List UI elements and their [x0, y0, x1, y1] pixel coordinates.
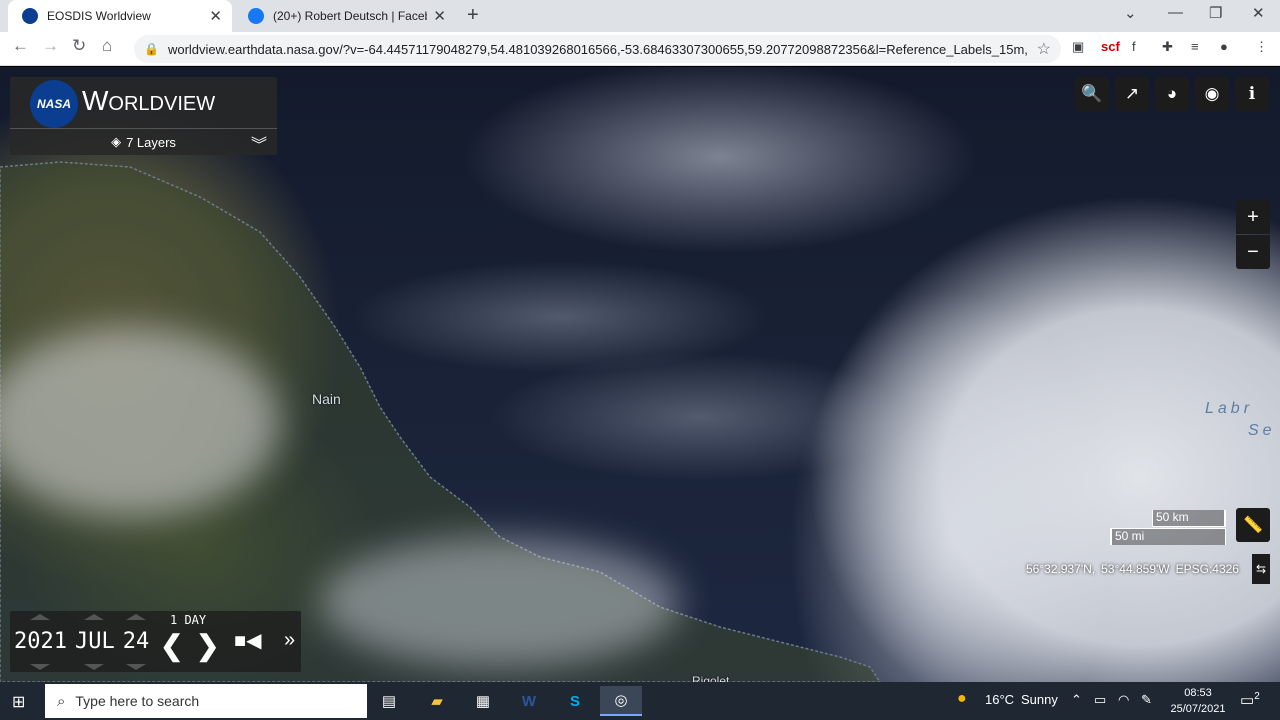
app-title[interactable]: Worldview	[82, 85, 215, 117]
close-window-icon[interactable]: ✕	[1252, 4, 1265, 22]
worldview-header-panel: NASA Worldview ◈ 7 Layers ︾	[10, 77, 277, 155]
new-tab-icon[interactable]: +	[467, 4, 479, 27]
tab-search-icon[interactable]: ⌄	[1124, 4, 1137, 22]
skype-icon[interactable]: S	[558, 686, 592, 716]
previous-day-icon[interactable]: ❮	[160, 629, 183, 662]
chrome-icon[interactable]: ◎	[600, 686, 642, 716]
profile-avatar-icon[interactable]: ●	[1220, 39, 1228, 54]
taskbar-search[interactable]: ⌕ Type here to search	[45, 684, 367, 718]
day-down-icon[interactable]	[126, 664, 146, 670]
layers-icon: ◈	[111, 134, 122, 149]
search-zoom-icon[interactable]: 🔍	[1075, 77, 1109, 111]
file-explorer-icon[interactable]: ▰	[420, 686, 454, 716]
coord-projection: EPSG:4326	[1175, 562, 1239, 576]
browser-toolbar: ← → ↻ ⌂ 🔒 worldview.earthdata.nasa.gov/?…	[0, 32, 1280, 66]
scale-km: 50 km	[1152, 510, 1226, 527]
scale-bar: 50 km 50 mi	[1110, 510, 1228, 546]
year-up-icon[interactable]	[30, 614, 50, 620]
windows-taskbar: ⊞ ⌕ Type here to search ▤ ▰ ▦ W S ◎ ● 16…	[0, 682, 1280, 720]
search-icon: ⌕	[57, 692, 66, 710]
zoom-out-button[interactable]: −	[1236, 235, 1270, 269]
menu-kebab-icon[interactable]: ⋮	[1255, 39, 1268, 55]
timeline-panel: 1 DAY 2021 JUL 24 ❮ ❯ ■◀ »	[10, 611, 301, 672]
close-tab-icon[interactable]: ✕	[433, 7, 446, 25]
camera-icon[interactable]: ◉	[1195, 77, 1229, 111]
bookmark-star-icon[interactable]: ☆	[1037, 39, 1051, 59]
layers-button[interactable]: ◈ 7 Layers	[10, 129, 277, 155]
coordinates-readout: 56°32.937'N, 53°44.859'W EPSG:4326	[1026, 562, 1245, 576]
wifi-icon[interactable]: ◠	[1118, 692, 1129, 708]
info-icon[interactable]: ℹ	[1235, 77, 1269, 111]
reload-icon[interactable]: ↻	[72, 36, 86, 56]
weather-temp[interactable]: 16°C	[985, 692, 1014, 707]
close-tab-icon[interactable]: ✕	[209, 7, 222, 25]
place-label-nain: Nain	[312, 391, 341, 407]
expand-timeline-icon[interactable]: »	[284, 629, 295, 652]
tray-chevron-up-icon[interactable]: ⌃	[1071, 692, 1082, 708]
animation-video-icon[interactable]: ■◀	[234, 628, 261, 653]
coord-lon: 53°44.859'W	[1101, 562, 1170, 576]
cloud-patch	[320, 537, 680, 667]
month-up-icon[interactable]	[84, 614, 104, 620]
home-icon[interactable]: ⌂	[102, 36, 112, 56]
weather-text[interactable]: Sunny	[1021, 692, 1058, 707]
address-bar[interactable]: 🔒 worldview.earthdata.nasa.gov/?v=-64.44…	[134, 35, 1061, 63]
browser-tab-strip: EOSDIS Worldview ✕ (20+) Robert Deutsch …	[0, 0, 1280, 32]
notification-count: 2	[1254, 691, 1260, 702]
store-icon[interactable]: ▦	[466, 686, 500, 716]
layers-label: 7 Layers	[126, 134, 176, 150]
clock-time: 08:53	[1184, 687, 1212, 699]
windows-start-icon[interactable]: ⊞	[12, 692, 25, 712]
date-day[interactable]: 24	[123, 629, 150, 654]
maximize-icon[interactable]: ❐	[1209, 4, 1222, 22]
month-down-icon[interactable]	[84, 664, 104, 670]
weather-sun-icon[interactable]: ●	[957, 690, 967, 708]
facebook-extension-icon[interactable]: f	[1132, 39, 1136, 54]
tab-title: (20+) Robert Deutsch | Facebook	[273, 9, 427, 23]
forward-icon[interactable]: →	[42, 36, 59, 56]
nasa-logo[interactable]: NASA	[30, 80, 78, 128]
pen-icon[interactable]: ✎	[1141, 692, 1152, 708]
date-selector[interactable]: 2021 JUL 24	[14, 629, 157, 654]
nasa-favicon-icon	[22, 8, 38, 24]
sea-label-line1: Labr	[1205, 400, 1254, 417]
facebook-favicon-icon	[248, 8, 264, 24]
back-icon[interactable]: ←	[12, 36, 29, 56]
date-month[interactable]: JUL	[75, 629, 115, 654]
tab-facebook[interactable]: (20+) Robert Deutsch | Facebook ✕	[234, 0, 456, 32]
coord-lat: 56°32.937'N,	[1026, 562, 1096, 576]
scf-extension-icon[interactable]: scf	[1101, 39, 1120, 54]
zoom-in-button[interactable]: +	[1236, 200, 1270, 234]
next-day-icon[interactable]: ❯	[196, 629, 219, 662]
sea-label-line2: Se	[1248, 422, 1276, 439]
reading-list-icon[interactable]: ≡	[1191, 39, 1199, 54]
search-placeholder: Type here to search	[75, 693, 200, 709]
chevron-down-icon[interactable]: ︾	[251, 131, 267, 155]
time-step-label[interactable]: 1 DAY	[170, 613, 206, 627]
place-label-rigolet: Rigolet	[692, 674, 730, 682]
notification-icon[interactable]: ▭2	[1240, 691, 1260, 709]
tab-title: EOSDIS Worldview	[47, 9, 151, 23]
task-view-icon[interactable]: ▤	[372, 686, 406, 716]
battery-icon[interactable]: ▭	[1094, 692, 1106, 708]
scale-mi: 50 mi	[1110, 528, 1226, 545]
share-icon[interactable]: ↗	[1115, 77, 1149, 111]
lock-icon: 🔒	[144, 42, 159, 56]
measure-ruler-icon[interactable]: 📏	[1236, 508, 1270, 542]
word-icon[interactable]: W	[512, 686, 546, 716]
minimize-icon[interactable]: —	[1168, 4, 1183, 21]
clock-date: 25/07/2021	[1170, 703, 1226, 715]
coordinate-format-icon[interactable]: ⇆	[1252, 554, 1270, 584]
url-text[interactable]: worldview.earthdata.nasa.gov/?v=-64.4457…	[168, 42, 1027, 57]
satellite-map[interactable]: Nain Rigolet Labr Se	[0, 67, 1280, 682]
day-up-icon[interactable]	[126, 614, 146, 620]
year-down-icon[interactable]	[30, 664, 50, 670]
projection-globe-icon[interactable]: ◕	[1155, 77, 1189, 111]
date-year[interactable]: 2021	[14, 629, 67, 654]
extension-icon[interactable]: ▣	[1072, 39, 1084, 55]
puzzle-icon[interactable]: ✚	[1162, 39, 1173, 55]
taskbar-clock[interactable]: 08:53 25/07/2021	[1166, 685, 1230, 717]
tab-worldview[interactable]: EOSDIS Worldview ✕	[8, 0, 232, 32]
